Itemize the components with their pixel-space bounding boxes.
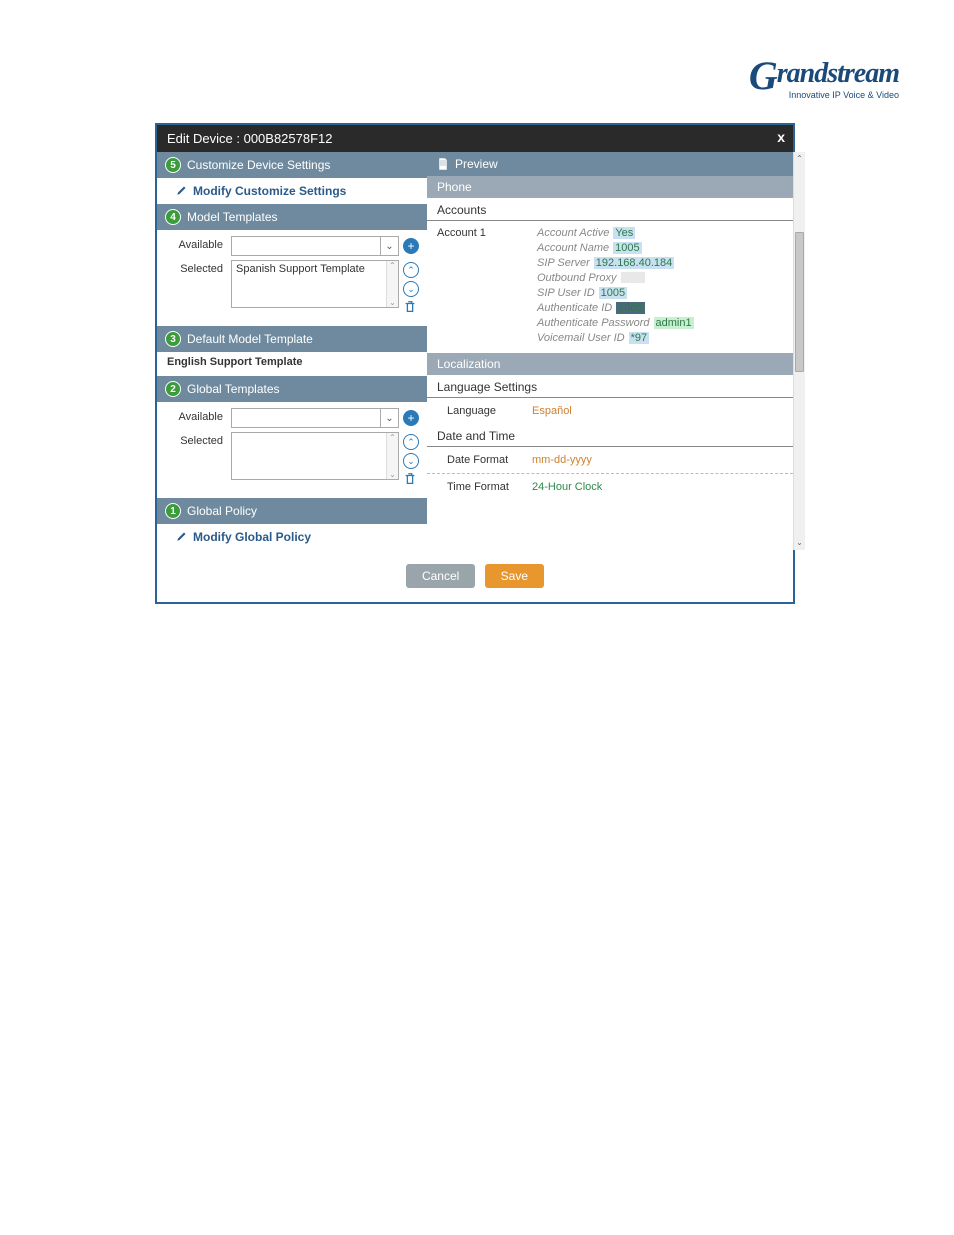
dropdown-arrow-icon: ⌄ — [380, 409, 398, 427]
sip-userid-label: SIP User ID — [537, 287, 595, 299]
time-format-row: Time Format 24-Hour Clock — [427, 474, 793, 500]
model-selected-listbox[interactable]: Spanish Support Template ⌃⌄ — [231, 260, 399, 308]
dialog-title-text: Edit Device : 000B82578F12 — [167, 131, 333, 146]
localization-header: Localization — [427, 353, 793, 375]
delete-icon[interactable] — [403, 300, 417, 314]
outbound-proxy-value — [621, 272, 645, 283]
model-templates-body: Available ⌄ + Selected Spanish Support T… — [157, 230, 427, 326]
move-up-icon[interactable]: ⌃ — [403, 262, 419, 278]
sip-server-label: SIP Server — [537, 257, 590, 269]
document-icon — [437, 157, 449, 171]
selected-label: Selected — [171, 260, 227, 275]
auth-id-value: 1005 — [616, 302, 644, 314]
default-model-template-name: English Support Template — [157, 352, 427, 376]
account-name-value: 1005 — [613, 242, 641, 254]
accounts-header: Accounts — [427, 198, 793, 221]
sip-userid-value: 1005 — [599, 287, 627, 299]
account-active-value: Yes — [613, 227, 635, 239]
global-policy-label: Global Policy — [187, 504, 257, 518]
add-model-template-icon[interactable]: + — [403, 238, 419, 254]
scroll-down-icon[interactable]: ⌄ — [794, 536, 805, 550]
global-policy-header[interactable]: 1 Global Policy — [157, 498, 427, 524]
pencil-icon — [175, 185, 187, 197]
auth-pw-value: admin1 — [654, 317, 694, 329]
dialog-titlebar: Edit Device : 000B82578F12 x — [157, 125, 793, 152]
logo-g-icon: G — [749, 60, 777, 92]
add-global-template-icon[interactable]: + — [403, 410, 419, 426]
settings-panel: 5 Customize Device Settings Modify Custo… — [157, 152, 427, 550]
global-selected-listbox[interactable]: ⌃⌄ — [231, 432, 399, 480]
global-available-label: Available — [171, 408, 227, 423]
logo-text: randstream — [777, 58, 899, 89]
move-down-icon[interactable]: ⌄ — [403, 453, 419, 469]
outbound-proxy-label: Outbound Proxy — [537, 272, 617, 284]
time-format-label: Time Format — [437, 481, 532, 493]
global-templates-body: Available ⌄ + Selected ⌃⌄ ⌃ ⌄ — [157, 402, 427, 498]
preview-panel: Preview Phone Accounts Account 1 Account… — [427, 152, 793, 550]
modify-global-policy-link[interactable]: Modify Global Policy — [157, 524, 427, 550]
listbox-scrollbar[interactable]: ⌃⌄ — [386, 433, 398, 479]
date-format-value: mm-dd-yyyy — [532, 454, 592, 466]
cancel-button[interactable]: Cancel — [406, 564, 475, 588]
scroll-up-icon[interactable]: ⌃ — [794, 152, 805, 166]
date-format-row: Date Format mm-dd-yyyy — [427, 447, 793, 474]
move-down-icon[interactable]: ⌄ — [403, 281, 419, 297]
global-available-select[interactable]: ⌄ — [231, 408, 399, 428]
time-format-value: 24-Hour Clock — [532, 481, 602, 493]
dialog-body: 5 Customize Device Settings Modify Custo… — [157, 152, 793, 550]
model-selected-item: Spanish Support Template — [236, 263, 365, 275]
language-row: Language Español — [427, 398, 793, 424]
customize-label: Customize Device Settings — [187, 158, 330, 172]
pencil-icon — [175, 531, 187, 543]
auth-pw-label: Authenticate Password — [537, 317, 650, 329]
language-value: Español — [532, 405, 572, 417]
language-settings-header: Language Settings — [427, 375, 793, 398]
language-label: Language — [437, 405, 532, 417]
dialog-footer: Cancel Save — [157, 550, 793, 602]
modify-customize-settings-link[interactable]: Modify Customize Settings — [157, 178, 427, 204]
badge-5: 5 — [165, 157, 181, 173]
preview-title: Preview — [455, 157, 498, 171]
delete-icon[interactable] — [403, 472, 417, 486]
account-1-label: Account 1 — [437, 227, 517, 347]
default-model-template-header[interactable]: 3 Default Model Template — [157, 326, 427, 352]
close-icon[interactable]: x — [777, 129, 785, 145]
preview-scrollbar[interactable]: ⌃ ⌄ — [793, 152, 805, 550]
voicemail-value: *97 — [629, 332, 650, 344]
voicemail-label: Voicemail User ID — [537, 332, 625, 344]
available-label: Available — [171, 236, 227, 251]
edit-device-dialog: Edit Device : 000B82578F12 x 5 Customize… — [155, 123, 795, 604]
badge-1: 1 — [165, 503, 181, 519]
date-time-header: Date and Time — [427, 424, 793, 447]
auth-id-label: Authenticate ID — [537, 302, 612, 314]
modify-customize-label: Modify Customize Settings — [193, 184, 346, 198]
brand-logo: Grandstream Innovative IP Voice & Video — [749, 58, 899, 100]
model-templates-label: Model Templates — [187, 210, 278, 224]
badge-3: 3 — [165, 331, 181, 347]
default-model-label: Default Model Template — [187, 332, 313, 346]
account-active-label: Account Active — [537, 227, 609, 239]
date-format-label: Date Format — [437, 454, 532, 466]
account-1-fields: Account Active Yes Account Name 1005 SIP… — [537, 227, 783, 347]
modify-global-label: Modify Global Policy — [193, 530, 311, 544]
save-button[interactable]: Save — [485, 564, 544, 588]
preview-header: Preview — [427, 152, 793, 176]
dropdown-arrow-icon: ⌄ — [380, 237, 398, 255]
model-templates-header[interactable]: 4 Model Templates — [157, 204, 427, 230]
move-up-icon[interactable]: ⌃ — [403, 434, 419, 450]
scroll-thumb[interactable] — [795, 232, 804, 372]
sip-server-value: 192.168.40.184 — [594, 257, 674, 269]
badge-2: 2 — [165, 381, 181, 397]
global-selected-label: Selected — [171, 432, 227, 447]
customize-device-settings-header[interactable]: 5 Customize Device Settings — [157, 152, 427, 178]
global-templates-label: Global Templates — [187, 382, 280, 396]
account-name-label: Account Name — [537, 242, 609, 254]
badge-4: 4 — [165, 209, 181, 225]
phone-section-header: Phone — [427, 176, 793, 198]
model-available-select[interactable]: ⌄ — [231, 236, 399, 256]
global-templates-header[interactable]: 2 Global Templates — [157, 376, 427, 402]
account-1-section: Account 1 Account Active Yes Account Nam… — [427, 221, 793, 353]
listbox-scrollbar[interactable]: ⌃⌄ — [386, 261, 398, 307]
